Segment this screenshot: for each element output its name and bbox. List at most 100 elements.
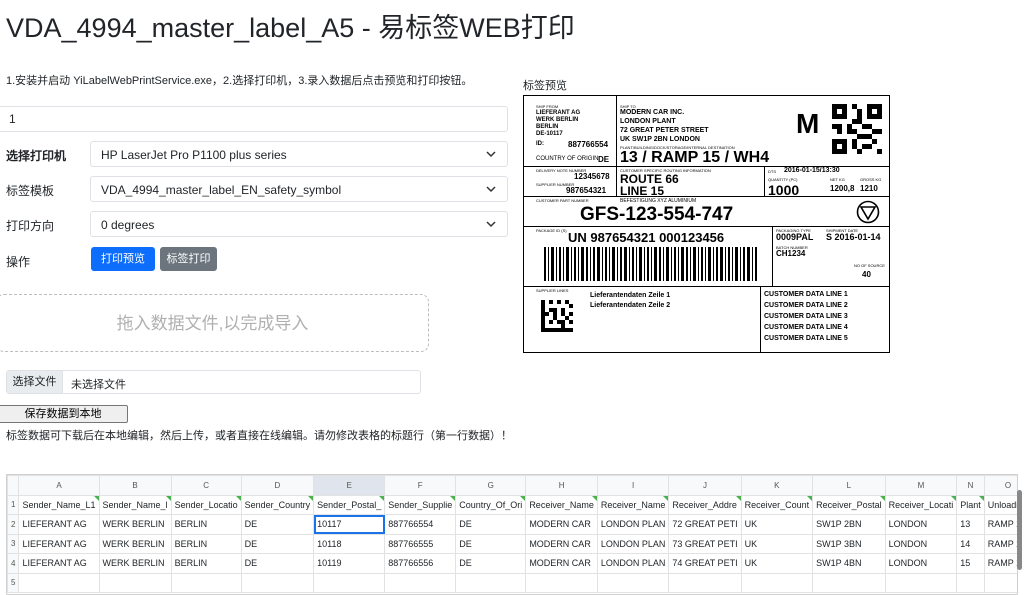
column-header[interactable]: J <box>668 475 742 496</box>
header-cell[interactable]: Plant <box>956 494 985 515</box>
table-cell[interactable]: 887766554 <box>384 514 457 535</box>
column-header[interactable]: E <box>313 475 386 496</box>
table-cell[interactable] <box>983 572 1017 593</box>
header-cell[interactable]: Sender_Postal_ <box>313 494 386 515</box>
table-cell[interactable]: DE <box>455 533 527 554</box>
table-cell[interactable]: UK <box>740 553 814 574</box>
table-cell[interactable] <box>455 572 527 593</box>
table-cell[interactable]: LIEFERANT AG <box>18 514 100 535</box>
table-cell[interactable]: LONDON <box>884 553 958 574</box>
table-cell[interactable]: LONDON PLAN <box>596 533 670 554</box>
table-cell[interactable] <box>812 572 886 593</box>
label-print-button[interactable]: 标签打印 <box>160 247 217 271</box>
column-header[interactable]: O <box>983 475 1017 496</box>
table-cell[interactable]: DE <box>240 553 315 574</box>
header-cell[interactable]: Sender_Name_l <box>98 494 172 515</box>
template-select[interactable]: VDA_4994_master_label_EN_safety_symbol <box>90 176 508 202</box>
column-header[interactable]: L <box>812 475 886 496</box>
column-header[interactable]: N <box>956 475 985 496</box>
table-cell[interactable]: DE <box>455 514 527 535</box>
choose-file-button[interactable]: 选择文件 <box>7 371 63 393</box>
header-cell[interactable]: Sender_Name_L1 <box>18 494 100 515</box>
table-cell[interactable]: DE <box>240 533 315 554</box>
row-header[interactable]: 1 <box>7 494 20 515</box>
column-header[interactable]: M <box>884 475 958 496</box>
table-cell[interactable]: 10117 <box>313 514 386 535</box>
row-header[interactable]: 5 <box>7 572 20 593</box>
table-cell[interactable] <box>525 572 598 593</box>
file-dropzone[interactable]: 拖入数据文件,以完成导入 <box>0 294 429 352</box>
vertical-scrollbar[interactable] <box>1017 490 1022 570</box>
column-header[interactable]: H <box>525 475 598 496</box>
table-cell[interactable]: SW1P 2BN <box>812 514 886 535</box>
table-cell[interactable]: DE <box>240 514 315 535</box>
table-cell[interactable]: RAMP 16 <box>983 533 1017 554</box>
table-cell[interactable]: BERLIN <box>170 533 242 554</box>
header-cell[interactable]: Sender_Supplie <box>384 494 457 515</box>
table-cell[interactable]: BERLIN <box>170 553 242 574</box>
print-preview-button[interactable]: 打印预览 <box>91 247 155 271</box>
table-cell[interactable] <box>18 572 100 593</box>
table-cell[interactable] <box>740 572 814 593</box>
table-cell[interactable]: RAMP 17 <box>983 553 1017 574</box>
table-cell[interactable]: 74 GREAT PETI <box>668 553 742 574</box>
table-cell[interactable]: RAMP 15 <box>983 514 1017 535</box>
table-cell[interactable]: SW1P 4BN <box>812 553 886 574</box>
file-input[interactable]: 选择文件 未选择文件 <box>6 370 421 394</box>
table-cell[interactable]: LIEFERANT AG <box>18 553 100 574</box>
table-cell[interactable] <box>596 572 670 593</box>
column-header[interactable]: D <box>240 475 315 496</box>
column-header[interactable]: C <box>170 475 242 496</box>
save-data-button[interactable]: 保存数据到本地 <box>0 405 128 423</box>
table-cell[interactable]: 10118 <box>313 533 386 554</box>
row-header[interactable]: 2 <box>7 514 20 535</box>
table-cell[interactable]: MODERN CAR <box>525 514 598 535</box>
column-header[interactable]: I <box>596 475 670 496</box>
table-cell[interactable]: WERK BERLIN <box>98 553 172 574</box>
table-cell[interactable]: LIEFERANT AG <box>18 533 100 554</box>
table-cell[interactable]: LONDON <box>884 533 958 554</box>
table-cell[interactable]: UK <box>740 533 814 554</box>
header-cell[interactable]: Receiver_Locati <box>884 494 958 515</box>
table-cell[interactable] <box>240 572 315 593</box>
column-header[interactable]: K <box>740 475 814 496</box>
table-cell[interactable] <box>170 572 242 593</box>
column-header[interactable]: A <box>18 475 100 496</box>
table-cell[interactable]: 14 <box>956 533 985 554</box>
table-cell[interactable]: WERK BERLIN <box>98 533 172 554</box>
table-cell[interactable]: 10119 <box>313 553 386 574</box>
copies-input[interactable]: 1 <box>0 106 508 132</box>
table-cell[interactable]: 73 GREAT PETI <box>668 533 742 554</box>
column-header[interactable]: B <box>98 475 172 496</box>
header-cell[interactable]: Country_Of_Ori <box>455 494 527 515</box>
table-cell[interactable]: DE <box>455 553 527 574</box>
row-header[interactable]: 3 <box>7 533 20 554</box>
table-cell[interactable]: BERLIN <box>170 514 242 535</box>
header-cell[interactable]: Receiver_Count <box>740 494 814 515</box>
table-cell[interactable] <box>956 572 985 593</box>
header-cell[interactable]: Sender_Locatio <box>170 494 242 515</box>
data-spreadsheet[interactable]: ABCDEFGHIJKLMNO 1 Sender_Name_L1 Sender_Na… <box>6 474 1018 595</box>
table-cell[interactable]: LONDON PLAN <box>596 553 670 574</box>
table-cell[interactable]: LONDON <box>884 514 958 535</box>
table-cell[interactable]: 13 <box>956 514 985 535</box>
row-header[interactable]: 4 <box>7 553 20 574</box>
table-cell[interactable]: WERK BERLIN <box>98 514 172 535</box>
header-cell[interactable]: Sender_Country <box>240 494 315 515</box>
table-cell[interactable]: 887766555 <box>384 533 457 554</box>
table-cell[interactable] <box>98 572 172 593</box>
column-header[interactable]: F <box>384 475 457 496</box>
table-cell[interactable]: UK <box>740 514 814 535</box>
header-cell[interactable]: Receiver_Name <box>525 494 598 515</box>
table-cell[interactable]: SW1P 3BN <box>812 533 886 554</box>
table-cell[interactable]: 887766556 <box>384 553 457 574</box>
table-cell[interactable] <box>884 572 958 593</box>
orientation-select[interactable]: 0 degrees <box>90 211 508 237</box>
table-cell[interactable] <box>384 572 457 593</box>
table-cell[interactable] <box>313 572 386 593</box>
table-cell[interactable]: MODERN CAR <box>525 533 598 554</box>
table-cell[interactable]: 15 <box>956 553 985 574</box>
header-cell[interactable]: Receiver_Addre <box>668 494 742 515</box>
header-cell[interactable]: Receiver_Name <box>596 494 670 515</box>
header-cell[interactable]: Unloading <box>983 494 1017 515</box>
